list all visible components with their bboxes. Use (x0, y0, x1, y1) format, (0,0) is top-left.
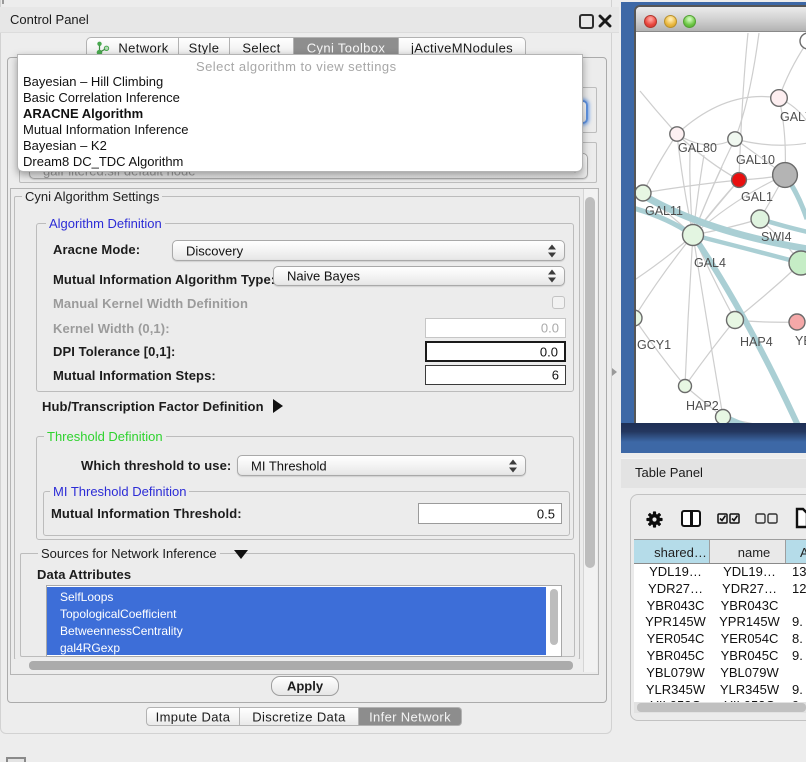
svg-text:GAL4: GAL4 (694, 256, 726, 270)
svg-text:YE: YE (795, 334, 806, 348)
svg-text:GAL11: GAL11 (645, 204, 683, 218)
svg-text:GAL1: GAL1 (741, 190, 773, 204)
svg-text:GAL7: GAL7 (780, 110, 806, 124)
svg-text:SWI4: SWI4 (761, 230, 792, 244)
svg-text:HAP2: HAP2 (686, 399, 719, 413)
svg-text:HAP4: HAP4 (740, 335, 773, 349)
svg-text:GAL80: GAL80 (678, 141, 717, 155)
svg-text:GCY1: GCY1 (637, 338, 671, 352)
svg-text:GAL10: GAL10 (736, 153, 775, 167)
